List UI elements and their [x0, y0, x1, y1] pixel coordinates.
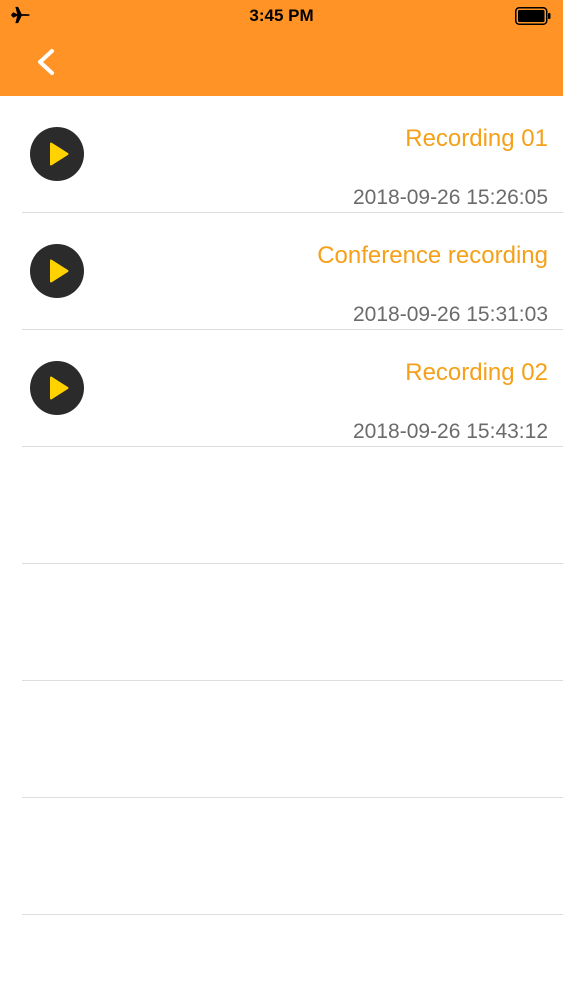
back-button[interactable] — [22, 40, 70, 84]
recording-row[interactable]: Recording 02 2018-09-26 15:43:12 — [0, 330, 563, 447]
nav-header: 3:45 PM — [0, 0, 563, 96]
recording-timestamp: 2018-09-26 15:31:03 — [353, 303, 548, 326]
recording-title: Conference recording — [317, 242, 548, 269]
play-icon — [50, 376, 69, 400]
recording-row[interactable]: Conference recording 2018-09-26 15:31:03 — [0, 213, 563, 330]
chevron-left-icon — [38, 49, 54, 75]
play-icon — [50, 142, 69, 166]
battery-icon — [515, 7, 551, 25]
status-time: 3:45 PM — [249, 6, 314, 25]
play-button[interactable] — [30, 127, 84, 181]
play-button[interactable] — [30, 244, 84, 298]
row-divider — [22, 914, 563, 915]
status-bar: 3:45 PM — [0, 0, 563, 32]
empty-row — [0, 447, 563, 564]
recording-timestamp: 2018-09-26 15:26:05 — [353, 186, 548, 209]
empty-row — [0, 564, 563, 681]
empty-row — [0, 798, 563, 915]
recording-row[interactable]: Recording 01 2018-09-26 15:26:05 — [0, 96, 563, 213]
play-button[interactable] — [30, 361, 84, 415]
play-icon — [50, 259, 69, 283]
recording-title: Recording 01 — [405, 125, 548, 152]
recording-title: Recording 02 — [405, 359, 548, 386]
recording-timestamp: 2018-09-26 15:43:12 — [353, 420, 548, 443]
empty-row — [0, 681, 563, 798]
recordings-list: Recording 01 2018-09-26 15:26:05 Confere… — [0, 96, 563, 915]
